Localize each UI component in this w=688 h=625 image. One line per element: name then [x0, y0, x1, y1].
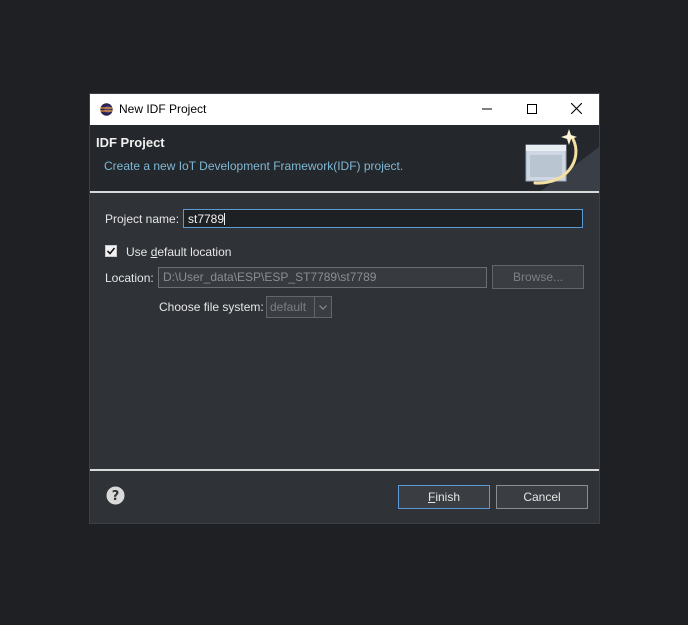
label-part: efault location [157, 245, 232, 259]
help-icon[interactable]: ? [106, 486, 125, 505]
project-name-input[interactable]: st7789 [183, 209, 583, 228]
window-titlebar[interactable]: New IDF Project [90, 94, 599, 125]
footer-separator [90, 469, 599, 471]
browse-button[interactable]: Browse... [492, 265, 584, 289]
text-caret [224, 213, 226, 225]
project-name-value: st7789 [188, 212, 225, 226]
close-icon [570, 102, 583, 117]
banner-description: Create a new IoT Development Framework(I… [104, 159, 404, 173]
svg-text:?: ? [112, 489, 120, 504]
banner-heading: IDF Project [96, 135, 165, 150]
finish-mnemonic: F [427, 490, 436, 504]
location-input[interactable]: D:\User_data\ESP\ESP_ST7789\st7789 [158, 267, 487, 288]
cancel-button[interactable]: Cancel [496, 485, 588, 509]
file-system-select[interactable]: default [266, 296, 332, 318]
file-system-value: default [270, 300, 307, 314]
minimize-button[interactable] [464, 94, 509, 125]
use-default-location-label[interactable]: Use default location [126, 245, 231, 259]
window-title: New IDF Project [119, 102, 207, 116]
minimize-icon [481, 103, 492, 117]
file-system-label: Choose file system: [159, 300, 264, 314]
location-value: D:\User_data\ESP\ESP_ST7789\st7789 [163, 270, 377, 284]
wizard-graphic-icon [521, 125, 599, 191]
maximize-icon [526, 103, 537, 117]
maximize-button[interactable] [509, 94, 554, 125]
use-default-location-checkbox[interactable] [105, 245, 117, 257]
new-idf-project-dialog: New IDF Project IDF Project Create a new… [90, 94, 599, 523]
close-button[interactable] [554, 94, 599, 125]
project-name-label: Project name: [105, 212, 180, 226]
label-part: Use [126, 245, 151, 259]
wizard-banner: IDF Project Create a new IoT Development… [90, 125, 599, 193]
chevron-down-icon [314, 297, 331, 317]
finish-button[interactable]: Finish [398, 485, 490, 509]
eclipse-icon [100, 103, 113, 116]
finish-label: inish [435, 490, 461, 504]
location-label: Location: [105, 271, 154, 285]
